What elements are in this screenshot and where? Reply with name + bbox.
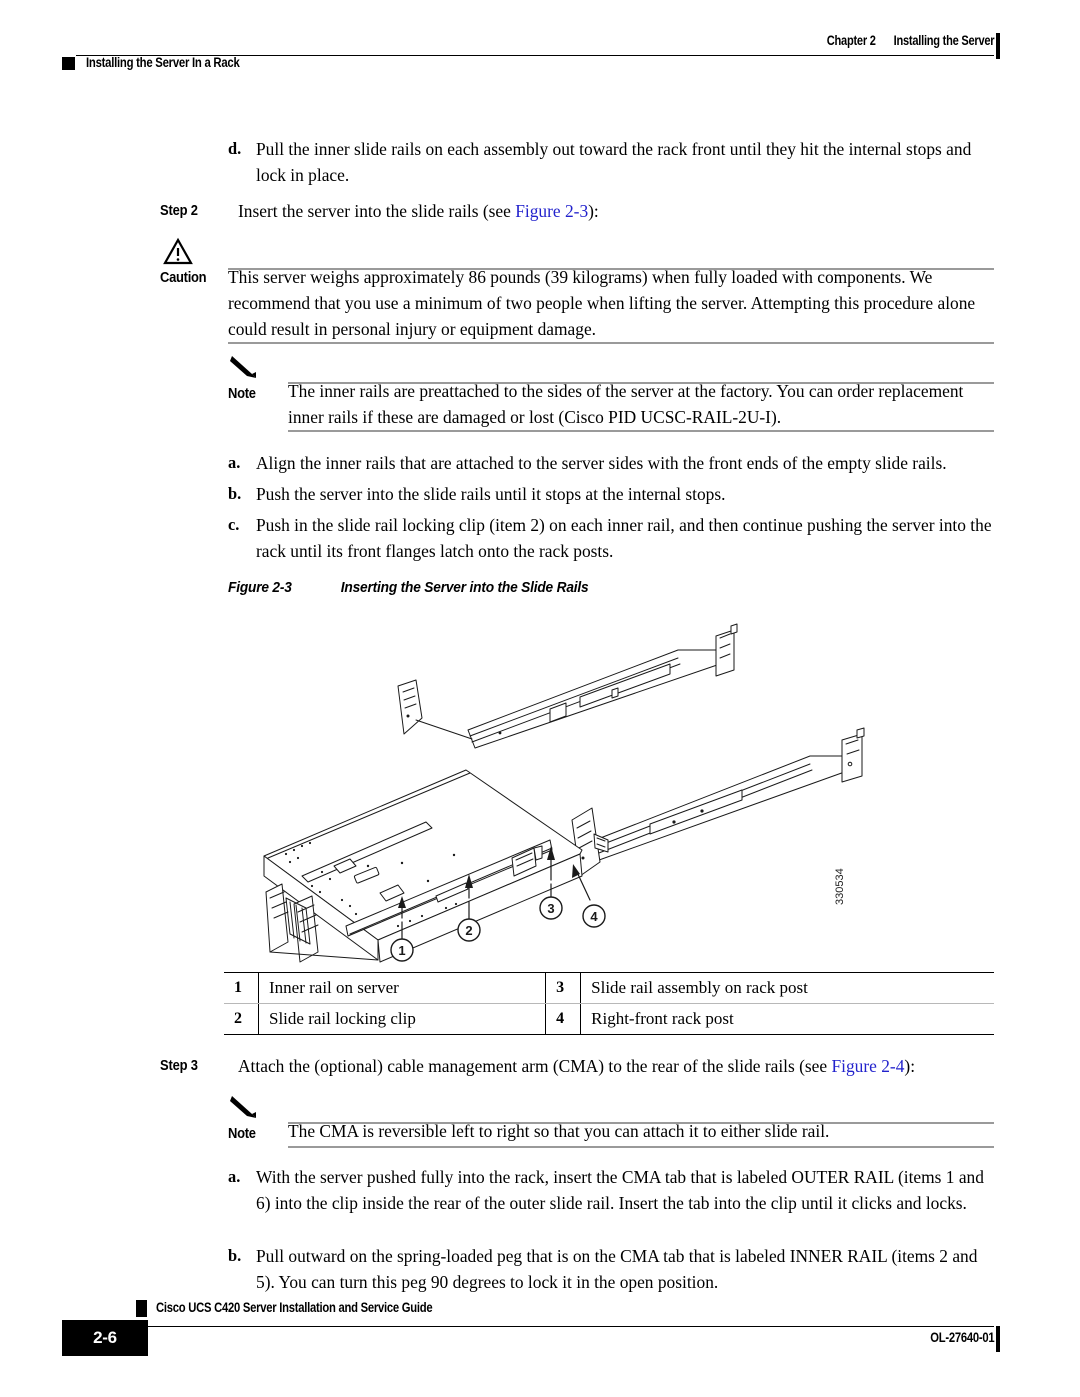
slide-rail-assembly-near bbox=[571, 727, 865, 877]
list-item: a. Align the inner rails that are attach… bbox=[228, 450, 994, 476]
footer-rule bbox=[76, 1326, 994, 1328]
note2-rule-bottom bbox=[288, 1146, 994, 1148]
figure-title: Inserting the Server into the Slide Rail… bbox=[340, 580, 589, 596]
legend-number: 4 bbox=[545, 1003, 581, 1035]
list-marker: a. bbox=[228, 453, 241, 472]
legend-text: Slide rail locking clip bbox=[257, 1003, 546, 1035]
step-label: Step 2 bbox=[160, 203, 198, 219]
list-item: b. Pull outward on the spring-loaded peg… bbox=[228, 1243, 994, 1295]
list-marker: c. bbox=[228, 515, 240, 534]
list-item-text: Push the server into the slide rails unt… bbox=[256, 484, 726, 504]
legend-text: Right-front rack post bbox=[580, 1003, 994, 1035]
header-chapter-number: Chapter 2 bbox=[826, 33, 876, 48]
legend-number: 1 bbox=[224, 972, 259, 1004]
step-text: Attach the (optional) cable management a… bbox=[238, 1053, 994, 1079]
step-text-after: ): bbox=[588, 201, 599, 221]
header-edge-marker bbox=[996, 33, 1000, 59]
pencil-icon bbox=[228, 1092, 288, 1128]
list-marker: d. bbox=[228, 139, 242, 158]
header-section-title: Installing the Server In a Rack bbox=[86, 55, 240, 70]
list-item-text: With the server pushed fully into the ra… bbox=[256, 1167, 984, 1213]
note2-text: The CMA is reversible left to right so t… bbox=[288, 1121, 830, 1141]
warning-triangle-icon bbox=[160, 236, 220, 272]
callout-3-label: 3 bbox=[547, 901, 554, 916]
figure-link-2-3[interactable]: Figure 2-3 bbox=[515, 201, 588, 221]
list-item: c. Push in the slide rail locking clip (… bbox=[228, 512, 994, 564]
figure-caption: Figure 2-3 Inserting the Server into the … bbox=[228, 580, 589, 596]
document-page: Chapter 2 Installing the Server Installin… bbox=[0, 0, 1080, 1397]
table-row: 1 Inner rail on server 3 Slide rail asse… bbox=[224, 972, 994, 1004]
page-header: Chapter 2 Installing the Server Installin… bbox=[0, 0, 1080, 90]
note1-text: The inner rails are preattached to the s… bbox=[288, 381, 964, 427]
list-item: a. With the server pushed fully into the… bbox=[228, 1164, 994, 1216]
caution-label: Caution bbox=[160, 270, 207, 286]
list-item-text: Pull outward on the spring-loaded peg th… bbox=[256, 1246, 978, 1292]
figure-image-id: 330534 bbox=[834, 868, 846, 905]
list-marker: b. bbox=[228, 1246, 242, 1265]
legend-number: 2 bbox=[224, 1003, 259, 1035]
header-square-bullet-icon bbox=[62, 57, 75, 70]
step-row-2: Step 2 Insert the server into the slide … bbox=[160, 198, 994, 224]
footer-square-bullet-icon bbox=[136, 1300, 147, 1317]
figure-illustration: 1 2 3 4 bbox=[250, 608, 890, 968]
figure-legend-table: 1 Inner rail on server 3 Slide rail asse… bbox=[224, 972, 994, 1035]
list-item-text: Align the inner rails that are attached … bbox=[256, 453, 947, 473]
step-row-3: Step 3 Attach the (optional) cable manag… bbox=[160, 1053, 994, 1079]
figure-link-2-4[interactable]: Figure 2-4 bbox=[831, 1056, 904, 1076]
page-number: 2-6 bbox=[62, 1320, 148, 1356]
header-chapter-info: Chapter 2 Installing the Server bbox=[826, 33, 994, 48]
slide-rail-assembly-far bbox=[397, 623, 738, 749]
pencil-icon bbox=[228, 352, 288, 388]
list-marker: a. bbox=[228, 1167, 241, 1186]
figure-number: Figure 2-3 bbox=[228, 580, 292, 596]
footer-guide-title: Cisco UCS C420 Server Installation and S… bbox=[156, 1300, 433, 1315]
note2-label: Note bbox=[228, 1126, 256, 1142]
step-text-after: ): bbox=[904, 1056, 916, 1076]
list-marker: b. bbox=[228, 484, 242, 503]
callout-1-label: 1 bbox=[398, 943, 405, 958]
footer-edge-marker bbox=[996, 1326, 1000, 1352]
step-text-before: Insert the server into the slide rails (… bbox=[238, 201, 516, 221]
caution-text: This server weighs approximately 86 poun… bbox=[228, 267, 976, 339]
footer-doc-id: OL-27640-01 bbox=[929, 1330, 994, 1345]
note1-rule-bottom bbox=[288, 430, 994, 432]
list-item-text: Pull the inner slide rails on each assem… bbox=[256, 139, 972, 185]
callout-4-label: 4 bbox=[590, 909, 598, 924]
list-item-text: Push in the slide rail locking clip (ite… bbox=[256, 515, 992, 561]
legend-text: Inner rail on server bbox=[257, 972, 546, 1004]
list-item: d. Pull the inner slide rails on each as… bbox=[228, 136, 994, 188]
server-slide-rails-drawing: 1 2 3 4 bbox=[263, 623, 865, 963]
step-text-before: Attach the (optional) cable management a… bbox=[238, 1056, 832, 1076]
caution-rule-bottom bbox=[228, 342, 994, 344]
step-text: Insert the server into the slide rails (… bbox=[238, 198, 994, 224]
callout-2-label: 2 bbox=[465, 923, 472, 938]
note1-label: Note bbox=[228, 386, 256, 402]
server-chassis bbox=[263, 769, 583, 963]
list-item: b. Push the server into the slide rails … bbox=[228, 481, 994, 507]
table-row: 2 Slide rail locking clip 4 Right-front … bbox=[224, 1003, 994, 1035]
header-chapter-title: Installing the Server bbox=[893, 33, 994, 48]
step-label: Step 3 bbox=[160, 1058, 198, 1074]
legend-text: Slide rail assembly on rack post bbox=[580, 972, 994, 1004]
legend-number: 3 bbox=[545, 972, 581, 1004]
